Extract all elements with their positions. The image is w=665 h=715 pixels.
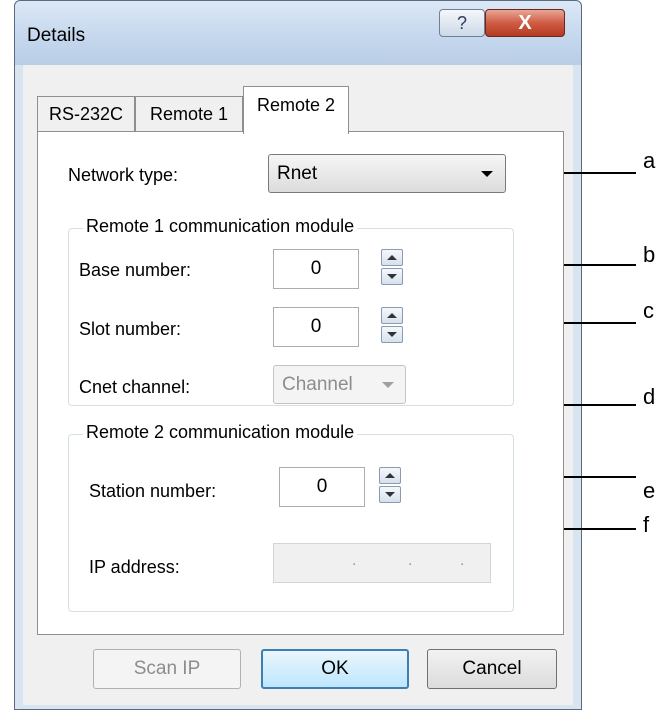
chevron-down-icon (481, 171, 493, 177)
callout-letter-c: c (643, 298, 654, 323)
base-number-stepper[interactable] (381, 249, 405, 287)
tab-remote-2[interactable]: Remote 2 (243, 86, 349, 134)
callout-letter-b: b (643, 242, 656, 267)
cancel-label: Cancel (462, 658, 522, 679)
callout-letter-d: d (643, 384, 656, 409)
cnet-channel-value: Channel (282, 374, 353, 395)
ip-dot: . (352, 552, 357, 569)
network-type-value: Rnet (277, 163, 318, 184)
window-title: Details (27, 25, 86, 46)
station-number-value: 0 (316, 476, 328, 497)
scan-ip-label: Scan IP (133, 658, 201, 679)
base-number-value: 0 (310, 258, 322, 279)
network-type-label: Network type: (68, 165, 179, 185)
tab-label: RS-232C (48, 104, 124, 124)
cnet-channel-dropdown: Channel (273, 365, 406, 404)
tab-label: Remote 1 (149, 104, 229, 124)
remote2-group: Remote 2 communication module Station nu… (68, 422, 514, 612)
base-number-input[interactable]: 0 (273, 249, 359, 289)
ip-dot: . (460, 552, 465, 569)
tab-remote-1[interactable]: Remote 1 (135, 96, 243, 132)
dialog-client-area: RS-232C Remote 1 Remote 2 Network type: … (23, 65, 573, 705)
spin-down-button[interactable] (381, 268, 403, 285)
close-icon: X (518, 11, 532, 34)
network-type-dropdown[interactable]: Rnet (268, 154, 506, 193)
spin-up-button[interactable] (379, 467, 401, 484)
cnet-channel-label: Cnet channel: (79, 377, 191, 397)
slot-number-stepper[interactable] (381, 307, 405, 345)
ok-label: OK (321, 658, 349, 679)
base-number-label: Base number: (79, 260, 192, 280)
station-number-input[interactable]: 0 (279, 467, 365, 507)
spin-up-button[interactable] (381, 307, 403, 324)
remote1-legend: Remote 1 communication module (83, 216, 358, 237)
help-button[interactable]: ? (439, 9, 485, 37)
ok-button[interactable]: OK (261, 649, 409, 689)
spin-down-button[interactable] (381, 326, 403, 343)
title-bar[interactable]: Details ? X (15, 1, 581, 65)
spin-up-button[interactable] (381, 249, 403, 266)
scan-ip-button: Scan IP (93, 649, 241, 689)
help-icon: ? (456, 12, 467, 33)
arrow-up-icon (387, 255, 397, 260)
ip-address-field: . . . (273, 543, 491, 583)
callout-letter-e: e (643, 478, 656, 503)
arrow-down-icon (385, 492, 395, 497)
slot-number-input[interactable]: 0 (273, 307, 359, 347)
callout-letter-a: a (643, 148, 656, 173)
remote1-group: Remote 1 communication module Base numbe… (68, 216, 514, 406)
callout-line-a (554, 172, 636, 174)
callout-letter-f: f (643, 512, 650, 537)
arrow-up-icon (387, 313, 397, 318)
station-number-label: Station number: (89, 481, 217, 501)
station-number-stepper[interactable] (379, 467, 403, 505)
cancel-button[interactable]: Cancel (427, 649, 557, 689)
ip-address-label: IP address: (89, 557, 180, 577)
details-dialog: Details ? X RS-232C Remote 1 Remote 2 Ne… (14, 0, 582, 710)
close-button[interactable]: X (485, 9, 565, 37)
arrow-up-icon (385, 473, 395, 478)
ip-dot: . (408, 552, 413, 569)
tab-panel-remote-2: Network type: Rnet Remote 1 communicatio… (37, 131, 564, 635)
spin-down-button[interactable] (379, 486, 401, 503)
slot-number-label: Slot number: (79, 319, 182, 339)
arrow-down-icon (387, 332, 397, 337)
slot-number-value: 0 (310, 316, 322, 337)
chevron-down-icon (382, 382, 394, 388)
tab-rs232c[interactable]: RS-232C (37, 96, 135, 132)
arrow-down-icon (387, 274, 397, 279)
tab-label: Remote 2 (256, 95, 336, 115)
remote2-legend: Remote 2 communication module (83, 422, 358, 443)
